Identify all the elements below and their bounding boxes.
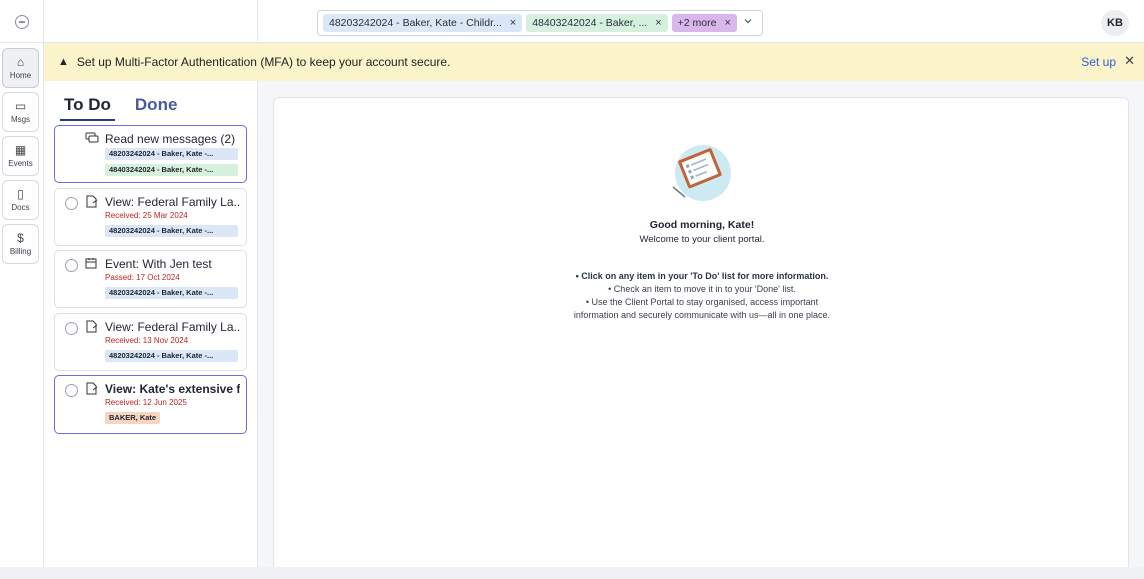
todo-card-title: View: Federal Family La... bbox=[105, 195, 240, 209]
matter-chip-label: 48403242024 - Baker, ... bbox=[532, 17, 648, 29]
matter-chip-label: 48203242024 - Baker, Kate - Childr... bbox=[329, 17, 502, 29]
matter-tag: 48203242024 - Baker, Kate -... bbox=[105, 350, 238, 362]
calendar-icon: ▦ bbox=[14, 143, 27, 157]
todo-card-date: Received: 13 Nov 2024 bbox=[105, 336, 189, 345]
document-view-icon bbox=[85, 382, 99, 398]
greeting-title: Good morning, Kate! bbox=[649, 219, 755, 231]
tab-todo[interactable]: To Do bbox=[60, 95, 115, 121]
close-icon[interactable]: ✕ bbox=[1124, 53, 1135, 69]
logo-icon bbox=[14, 14, 29, 29]
todo-card[interactable]: Read new messages (2) 48203242024 - Bake… bbox=[54, 125, 247, 183]
message-icon bbox=[85, 132, 99, 147]
nav-home-label: Home bbox=[9, 71, 32, 80]
top-bar-spacer bbox=[44, 0, 258, 43]
tip-text: • Check an item to move it in to your 'D… bbox=[608, 284, 796, 294]
calendar-icon bbox=[85, 257, 97, 272]
close-icon[interactable]: × bbox=[724, 17, 730, 29]
tip-text: • Use the Client Portal to stay organise… bbox=[585, 297, 819, 307]
complete-checkbox[interactable] bbox=[65, 259, 78, 272]
avatar[interactable]: KB bbox=[1101, 10, 1129, 36]
more-matters-label: +2 more bbox=[677, 17, 717, 29]
matter-tag: 48203242024 - Baker, Kate -... bbox=[105, 225, 238, 237]
todo-card[interactable]: View: Kate's extensive f... Received: 12… bbox=[54, 375, 247, 434]
document-view-icon bbox=[85, 320, 99, 336]
top-bar: 48203242024 - Baker, Kate - Childr... × … bbox=[0, 0, 1144, 43]
document-icon: ▯ bbox=[17, 187, 24, 201]
matter-tag: 48203242024 - Baker, Kate -... bbox=[105, 287, 238, 299]
close-icon[interactable]: × bbox=[655, 17, 661, 29]
bottom-strip bbox=[0, 567, 1144, 579]
todo-card[interactable]: Event: With Jen test Passed: 17 Oct 2024… bbox=[54, 250, 247, 308]
todo-card-date: Received: 25 Mar 2024 bbox=[105, 211, 188, 220]
tip-text: • Click on any item in your 'To Do' list… bbox=[575, 271, 829, 281]
nav-msgs[interactable]: ▭ Msgs bbox=[2, 92, 39, 132]
left-nav: ⌂ Home ▭ Msgs ▦ Events ▯ Docs $ Billing bbox=[0, 43, 44, 567]
complete-checkbox[interactable] bbox=[65, 197, 78, 210]
todo-card-date: Received: 12 Jun 2025 bbox=[105, 398, 187, 407]
nav-events[interactable]: ▦ Events bbox=[2, 136, 39, 176]
matter-chip[interactable]: 48403242024 - Baker, ... × bbox=[526, 14, 668, 32]
complete-checkbox[interactable] bbox=[65, 384, 78, 397]
setup-mfa-link[interactable]: Set up bbox=[1081, 55, 1116, 69]
todo-card[interactable]: View: Federal Family La... Received: 13 … bbox=[54, 313, 247, 371]
matter-select[interactable]: 48203242024 - Baker, Kate - Childr... × … bbox=[317, 10, 763, 36]
todo-tabs: To Do Done bbox=[60, 95, 181, 121]
todo-card-title: View: Federal Family La... bbox=[105, 320, 240, 334]
nav-home[interactable]: ⌂ Home bbox=[2, 48, 39, 88]
document-view-icon bbox=[85, 195, 99, 211]
todo-card[interactable]: View: Federal Family La... Received: 25 … bbox=[54, 188, 247, 246]
greeting-subtitle: Welcome to your client portal. bbox=[639, 234, 765, 245]
nav-docs[interactable]: ▯ Docs bbox=[2, 180, 39, 220]
more-matters-chip[interactable]: +2 more × bbox=[671, 14, 737, 32]
matter-tag: 48203242024 - Baker, Kate -... bbox=[105, 148, 238, 160]
matter-chip[interactable]: 48203242024 - Baker, Kate - Childr... × bbox=[323, 14, 523, 32]
matter-tag: 48403242024 - Baker, Kate -... bbox=[105, 164, 238, 176]
main-panel: Good morning, Kate! Welcome to your clie… bbox=[273, 97, 1129, 577]
nav-msgs-label: Msgs bbox=[10, 115, 31, 124]
message-icon: ▭ bbox=[14, 99, 27, 113]
mfa-banner-text: Set up Multi-Factor Authentication (MFA)… bbox=[76, 55, 451, 69]
mfa-banner: ▲ Set up Multi-Factor Authentication (MF… bbox=[44, 43, 1144, 81]
nav-events-label: Events bbox=[8, 159, 33, 168]
tip-text: information and securely communicate wit… bbox=[573, 310, 831, 320]
warning-icon: ▲ bbox=[58, 56, 69, 68]
todo-card-title: View: Kate's extensive f... bbox=[105, 382, 240, 396]
client-tag: BAKER, Kate bbox=[105, 412, 161, 424]
todo-card-date: Passed: 17 Oct 2024 bbox=[105, 273, 180, 282]
close-icon[interactable]: × bbox=[510, 17, 516, 29]
nav-billing-label: Billing bbox=[9, 247, 32, 256]
clipboard-illustration bbox=[672, 145, 731, 201]
dollar-icon: $ bbox=[17, 231, 24, 245]
todo-card-title: Read new messages (2) bbox=[105, 132, 236, 146]
todo-card-title: Event: With Jen test bbox=[105, 257, 212, 271]
tab-done[interactable]: Done bbox=[131, 95, 182, 121]
nav-docs-label: Docs bbox=[11, 203, 30, 212]
complete-checkbox[interactable] bbox=[65, 322, 78, 335]
nav-billing[interactable]: $ Billing bbox=[2, 224, 39, 264]
todo-panel: To Do Done Read new messages (2) 4820324… bbox=[44, 81, 258, 567]
firm-logo[interactable] bbox=[0, 0, 44, 43]
chevron-down-icon[interactable] bbox=[743, 16, 753, 29]
home-icon: ⌂ bbox=[16, 55, 25, 69]
